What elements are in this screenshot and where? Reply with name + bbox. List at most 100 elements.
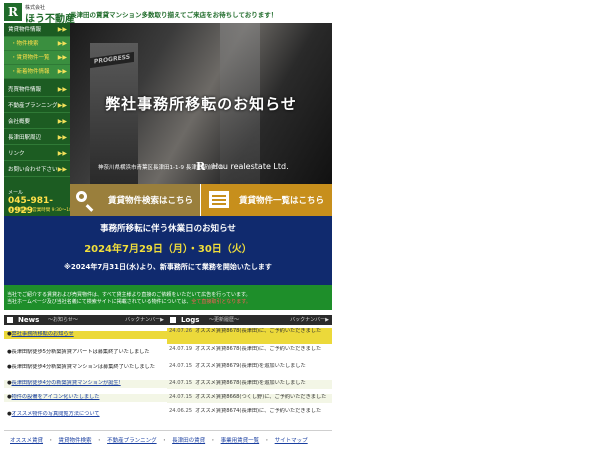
- logs-backnumber-link[interactable]: バックナンバー▶: [290, 316, 329, 325]
- logs-header: Logs 〜更新履歴〜 バックナンバー▶: [167, 315, 332, 325]
- rental-list-label: 賃貸物件一覧はこちら: [239, 196, 325, 206]
- footer-link-recommended[interactable]: オススメ賃貸: [10, 438, 43, 444]
- sidebar-item-label: ・物件検索: [11, 41, 39, 47]
- sidebar-item-search[interactable]: ・物件検索 ▶▶: [4, 37, 70, 51]
- news-backnumber-link[interactable]: バックナンバー▶: [125, 316, 164, 325]
- notice-body: ※2024年7月31日(水)より、新事務所にて業務を開始いたします: [64, 263, 272, 271]
- sidebar-item-links[interactable]: リンク ▶▶: [4, 147, 70, 161]
- arrow-icon: ▶▶: [57, 86, 67, 93]
- logs-subtitle: 〜更新履歴〜: [209, 317, 240, 323]
- contact-box: メール 045-981-0929 (年中無休・営業時間 9:30〜18:00): [4, 189, 81, 216]
- list-item[interactable]: ●長津田駅徒歩4分新築賃貸マンションは募集終了いたしました: [4, 364, 167, 373]
- list-item[interactable]: 24.06.25 オススメ賃貸8674(長津田)に、ご予約いただきました: [167, 408, 332, 417]
- log-date: 24.07.15: [169, 380, 193, 386]
- log-date: 24.07.26: [169, 328, 193, 334]
- list-item[interactable]: ●物件の設備をアイコン化いたしました: [4, 394, 167, 402]
- arrow-icon: ▶▶: [57, 118, 67, 125]
- notice-dates: 2024年7月29日（月）・30日（火）: [84, 244, 252, 255]
- news-link[interactable]: オススメ物件の写真閲覧方法について: [12, 411, 100, 417]
- sidebar-item-company[interactable]: 会社概要 ▶▶: [4, 115, 70, 129]
- arrow-icon: ▶▶: [57, 166, 67, 173]
- list-item[interactable]: ●長津田駅徒歩4分の新築賃貸マンションが誕生!: [4, 380, 167, 388]
- arrow-icon: ▶▶: [57, 134, 67, 141]
- list-item[interactable]: ●弊社事務所移転のお知らせ: [4, 331, 167, 339]
- footer-separator: ・: [48, 438, 54, 444]
- sidebar-item-label: 不動産プランニング: [8, 103, 58, 109]
- news-link[interactable]: 物件の設備をアイコン化いたしました: [12, 394, 100, 400]
- news-title: News: [18, 316, 40, 324]
- footer-separator: ・: [161, 438, 168, 444]
- square-icon: [170, 317, 176, 323]
- info-line-text: 当社ホームページ及び当社名義にて検索サイトに掲載されている物件については、: [7, 299, 192, 305]
- sidebar-item-contact[interactable]: お問い合わせ下さい ▶▶: [4, 163, 70, 177]
- rental-list-button[interactable]: 賃貸物件一覧はこちら: [201, 184, 332, 216]
- list-item[interactable]: 24.07.15 オススメ賃貸8668(つくし野)に、ご予約いただきました: [167, 394, 332, 403]
- footer-separator: ・: [264, 438, 270, 444]
- site-header: R 株式会社 ほう不動産 長津田の賃貸マンション多数取り揃えてご来店をお待ちして…: [4, 3, 334, 25]
- sidebar-item-rental-list[interactable]: ・賃貸物件一覧 ▶▶: [4, 51, 70, 65]
- holiday-notice: 事務所移転に伴う休業日のお知らせ 2024年7月29日（月）・30日（火） ※2…: [4, 216, 332, 285]
- magnifier-icon: [76, 191, 87, 202]
- rental-search-label: 賃貸物件検索はこちら: [108, 196, 194, 206]
- log-date: 24.07.19: [169, 346, 193, 352]
- sidebar-item-label: お問い合わせ下さい: [8, 167, 58, 173]
- footer-link-planning[interactable]: 不動産プランニング: [107, 438, 157, 444]
- list-item[interactable]: 24.07.15 オススメ賃貸8679(長津田)を追加いたしました: [167, 363, 332, 372]
- phone-number: 045-981-0929: [8, 196, 54, 216]
- sidebar-item-label: 賃貸物件情報: [8, 27, 42, 33]
- info-banner: 当社でご紹介する賃貸および売買物件は、すべて貸主様より直接のご依頼をいただいて広…: [4, 285, 332, 310]
- notice-title: 事務所移転に伴う休業日のお知らせ: [100, 224, 236, 234]
- arrow-icon: ▶▶: [57, 26, 67, 33]
- square-icon: [7, 317, 13, 323]
- arrow-icon: ▶▶: [57, 68, 67, 75]
- sidebar-item-label: ・賃貸物件一覧: [11, 55, 50, 61]
- footer-link-sitemap[interactable]: サイトマップ: [275, 438, 308, 444]
- arrow-icon: ▶▶: [57, 54, 67, 61]
- footer-link-business[interactable]: 事業用賃貸一覧: [221, 438, 260, 444]
- sidebar-item-label: 会社概要: [8, 119, 31, 125]
- news-link[interactable]: 弊社事務所移転のお知らせ: [12, 331, 74, 337]
- list-item[interactable]: ●長津田駅徒歩5分新築賃貸アパートは募集終了いたしました: [4, 349, 167, 358]
- sidebar-item-planning[interactable]: 不動産プランニング ▶▶: [4, 99, 70, 113]
- mail-link[interactable]: メール: [8, 189, 23, 196]
- info-line: 当社ホームページ及び当社名義にて検索サイトに掲載されている物件については、全て直…: [7, 298, 251, 305]
- news-text: 長津田駅徒歩4分新築賃貸マンションは募集終了いたしました: [11, 364, 155, 370]
- hero-title: 弊社事務所移転のお知らせ: [105, 95, 297, 113]
- hero-company-name: Hou realestate Ltd.: [212, 162, 289, 171]
- logs-title: Logs: [181, 316, 200, 324]
- arrow-icon: ▶▶: [57, 40, 67, 47]
- news-link[interactable]: 長津田駅徒歩4分の新築賃貸マンションが誕生!: [12, 380, 121, 386]
- sidebar-item-area[interactable]: 長津田駅周辺 ▶▶: [4, 131, 70, 145]
- logo-mark[interactable]: R: [4, 3, 22, 21]
- sidebar-item-label: リンク: [8, 151, 25, 157]
- footer-link-area[interactable]: 長津田の賃貸: [172, 438, 205, 444]
- hero-banner: PROGRESS 弊社事務所移転のお知らせ 神奈川県横浜市青葉区長津田1-1-9…: [70, 23, 332, 184]
- list-icon: [209, 191, 229, 208]
- log-text: オススメ賃貸8678(長津田)に、ご予約いただきました: [195, 346, 322, 352]
- header-tagline: 長津田の賃貸マンション多数取り揃えてご来店をお待ちしております！: [70, 11, 278, 19]
- list-item[interactable]: 24.07.26 オススメ賃貸8678(長津田)に、ご予約いただきました: [167, 328, 332, 344]
- arrow-icon: ▶▶: [57, 102, 67, 109]
- sidebar-item-rental[interactable]: 賃貸物件情報 ▶▶: [4, 23, 70, 37]
- info-line: 当社でご紹介する賃貸および売買物件は、すべて貸主様より直接のご依頼をいただいて広…: [7, 292, 251, 298]
- footer-divider: [4, 430, 332, 431]
- list-item[interactable]: 24.07.15 オススメ賃貸8678(長津田)を追加いたしました: [167, 380, 332, 389]
- sidebar-item-label: 売買物件情報: [8, 87, 42, 93]
- hero-address: 神奈川県横浜市青葉区長津田1-1-9 長津田駅前ビル: [98, 165, 225, 171]
- footer-nav: オススメ賃貸・賃貸物件検索・不動産プランニング・長津田の賃貸・事業用賃貸一覧・サ…: [10, 436, 308, 444]
- rental-search-button[interactable]: 賃貸物件検索はこちら: [70, 184, 200, 216]
- footer-link-search[interactable]: 賃貸物件検索: [59, 438, 92, 444]
- footer-separator: ・: [210, 438, 216, 444]
- info-highlight: 全て直接取引となります。: [191, 299, 251, 305]
- log-text: オススメ賃貸8678(長津田)に、ご予約いただきました: [195, 328, 322, 334]
- sidebar-item-sales[interactable]: 売買物件情報 ▶▶: [4, 83, 70, 97]
- news-text: 長津田駅徒歩5分新築賃貸アパートは募集終了いたしました: [11, 349, 150, 355]
- sidebar-item-label: 長津田駅周辺: [8, 135, 42, 141]
- log-text: オススメ賃貸8668(つくし野)に、ご予約いただきました: [195, 394, 327, 400]
- list-item[interactable]: 24.07.19 オススメ賃貸8678(長津田)に、ご予約いただきました: [167, 346, 332, 355]
- news-header: News 〜お知らせ〜 バックナンバー▶: [4, 315, 167, 325]
- sidebar-nav: 賃貸物件情報 ▶▶ ・物件検索 ▶▶ ・賃貸物件一覧 ▶▶ ・新着物件情報 ▶▶ 売買物…: [4, 23, 81, 216]
- sidebar-item-new-listings[interactable]: ・新着物件情報 ▶▶: [4, 65, 70, 79]
- news-subtitle: 〜お知らせ〜: [48, 317, 78, 323]
- list-item[interactable]: ●オススメ物件の写真閲覧方法について: [4, 411, 167, 419]
